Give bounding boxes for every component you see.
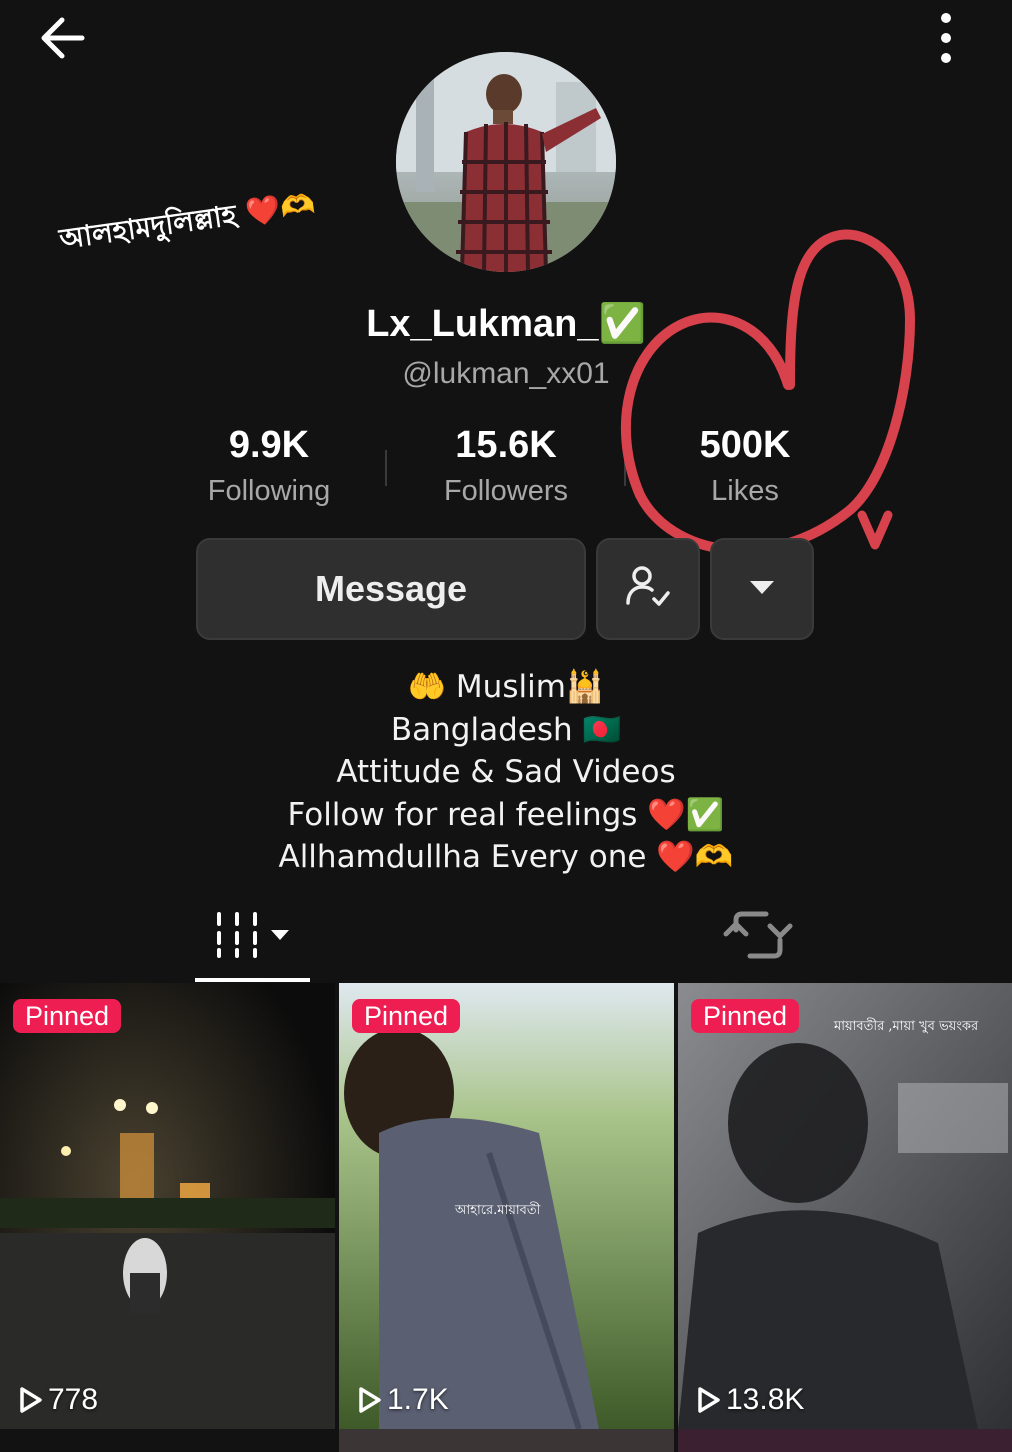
- bio-line: Allhamdullha Every one ❤️🫶: [278, 839, 734, 875]
- view-count: 1.7K: [357, 1383, 449, 1417]
- video-thumbnail[interactable]: মায়াবতীর ,মায়া খুব ভয়ংকর Pinned 13.8K: [678, 983, 1012, 1429]
- stat-following[interactable]: 9.9K Following: [159, 424, 379, 508]
- view-count: 13.8K: [696, 1383, 804, 1417]
- caret-down-icon: [748, 578, 776, 600]
- bio-line: Follow for real feelings ❤️✅: [287, 796, 725, 833]
- video-thumbnail[interactable]: আহারে.মায়াবতী Pinned 1.7K: [339, 983, 674, 1429]
- tab-videos[interactable]: [195, 900, 310, 982]
- stat-label: Followers: [443, 475, 569, 507]
- following-status-button[interactable]: [596, 538, 700, 640]
- profile-caption-overlay: আলহামদুলিল্লাহ ❤️🫶: [57, 187, 318, 256]
- message-button[interactable]: Message: [196, 538, 586, 640]
- profile-bio: 🤲 Muslim🕌 Bangladesh 🇧🇩 Attitude & Sad V…: [0, 666, 1012, 879]
- repost-icon: [722, 911, 794, 974]
- video-grid-icon: [217, 912, 257, 958]
- profile-tabs: [0, 900, 1012, 982]
- video-thumbnail[interactable]: Pinned 778: [0, 983, 335, 1429]
- stat-divider: [385, 450, 387, 486]
- video-caption: আহারে.মায়াবতী: [455, 1203, 541, 1218]
- bio-line: 🤲 Muslim🕌: [407, 669, 605, 705]
- stat-value: 9.9K: [228, 424, 310, 466]
- bio-line: Bangladesh 🇧🇩: [390, 711, 622, 748]
- pinned-badge: Pinned: [13, 999, 122, 1033]
- tab-reposts[interactable]: [722, 900, 794, 970]
- view-count-value: 13.8K: [726, 1383, 805, 1416]
- play-icon: [698, 1387, 720, 1413]
- bio-line: Attitude & Sad Videos: [336, 754, 676, 790]
- video-caption: মায়াবতীর ,মায়া খুব ভয়ংকর: [834, 1019, 979, 1034]
- back-arrow-icon[interactable]: [36, 14, 92, 62]
- more-options-icon[interactable]: [926, 10, 966, 66]
- next-row-thumbnail-edge: [339, 1429, 674, 1452]
- user-check-icon: [624, 563, 672, 615]
- view-count-value: 1.7K: [387, 1383, 449, 1416]
- play-icon: [20, 1387, 42, 1413]
- video-thumbnail-image: [0, 983, 335, 1429]
- pinned-badge: Pinned: [691, 999, 800, 1033]
- play-icon: [359, 1387, 381, 1413]
- suggested-accounts-button[interactable]: [710, 538, 814, 640]
- video-grid: Pinned 778 আহারে.মায়াবতী Pinned 1.7K মা…: [0, 983, 1012, 1452]
- view-count-value: 778: [48, 1383, 99, 1416]
- view-count: 778: [18, 1383, 98, 1417]
- stat-followers[interactable]: 15.6K Followers: [396, 424, 616, 508]
- next-row-thumbnail-edge: [678, 1429, 1012, 1452]
- stat-value: 15.6K: [455, 424, 557, 466]
- video-thumbnail-image: [678, 983, 1012, 1429]
- avatar[interactable]: [396, 52, 616, 272]
- stat-label: Following: [207, 475, 331, 507]
- pinned-badge: Pinned: [352, 999, 461, 1033]
- heart-annotation-drawing: [620, 229, 915, 556]
- active-tab-indicator: [195, 978, 310, 982]
